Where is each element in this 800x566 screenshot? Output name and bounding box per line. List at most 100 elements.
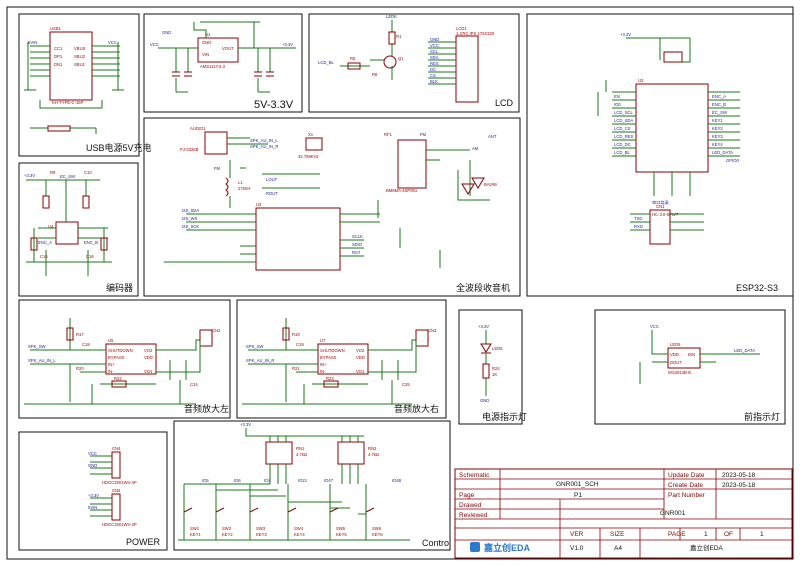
amp-left-cn: CN2 — [212, 328, 221, 333]
amp-left-panel: U5 SHUTDOWN BYPASS IN+ IN- VO2 VDD VO1 C… — [18, 299, 231, 419]
lcd-pin-res: RES — [430, 61, 439, 66]
regulator-part: AMS1117-3.3 — [200, 64, 226, 69]
front-led-ref: LED6 — [670, 342, 681, 347]
amp-right-net-sw: SPK_SW — [246, 344, 264, 349]
tb-company: 嘉立创EDA — [690, 543, 724, 552]
radio-diode — [461, 177, 485, 195]
esp-net-key4: KEY4 — [712, 142, 723, 147]
power-net-33: +3.3V — [88, 493, 99, 498]
control-panel-border — [173, 420, 451, 551]
power-led-title: 电源指示灯 — [482, 411, 527, 422]
esp-net-vcc: +3.3V — [620, 32, 631, 37]
tb-logo-text: 嘉立创EDA — [483, 542, 531, 553]
encoder-vcc: +3.3V — [24, 173, 35, 178]
power-led-panel: +3.3V LED5 R24 1K GND 电源指示灯 — [458, 309, 527, 425]
radio-l1-val: 270nH — [238, 186, 250, 191]
tb-reviewed-label: Reviewed — [459, 512, 488, 519]
amp-left-pin-vo1: VO1 — [144, 369, 153, 374]
power-cn5 — [111, 493, 121, 521]
regulator-gnd: GND — [162, 30, 171, 35]
radio-diode-label: BAV99 — [484, 182, 497, 187]
tb-schematic-value: GNR001_SCH — [556, 481, 599, 488]
esp-net-gpio0: GPIO0 — [726, 158, 739, 163]
lcd-wires — [340, 20, 456, 85]
amp-left-r17-label: R17 — [76, 332, 84, 337]
tb-create-label: Create Date — [668, 482, 703, 489]
amp-right-cn: CN3 — [428, 328, 437, 333]
lcd-pin-dc: DC — [430, 67, 436, 72]
tb-part-label: Part Number — [668, 492, 706, 499]
power-cn4 — [111, 451, 121, 479]
amp-left-speaker-connector — [199, 329, 213, 347]
tb-page-label: Page — [459, 492, 475, 499]
radio-rf-ref: RF1 — [384, 132, 393, 137]
front-led-chip — [667, 347, 701, 369]
power-led-r: R24 — [492, 366, 500, 371]
control-key2: KEY2 — [222, 532, 233, 537]
lcd-pin-blk: BLK — [430, 79, 438, 84]
amp-right-r21-label: R21 — [292, 366, 300, 371]
amp-right-pin-sd: SHUTDOWN — [320, 348, 345, 353]
lcd-ledk: LEDK — [386, 14, 397, 19]
esp-net-lcd-scl: LCD_SCL — [614, 110, 634, 115]
esp-net-key3: KEY3 — [712, 134, 723, 139]
lcd-q1 — [383, 55, 397, 69]
amp-right-speaker-connector — [415, 329, 429, 347]
title-block: Schematic GNR001_SCH Page P1 Drawed Revi… — [454, 468, 793, 559]
amp-left-c18-label: C18 — [82, 342, 90, 347]
power-cn5-ref: CN5 — [112, 488, 121, 493]
power-cn4-ref: CN4 — [112, 446, 121, 451]
control-io48: IO48 — [392, 478, 402, 483]
encoder-wires — [26, 179, 112, 276]
control-sw2: SW2 — [222, 526, 232, 531]
tb-page-value: P1 — [574, 492, 582, 499]
control-panel: RN1 4.7kΩ RN2 4.7kΩ +3.3V IO5 IO6 IO4 IO… — [173, 420, 451, 551]
control-io21: IO21 — [298, 478, 308, 483]
regulator-wires — [158, 21, 296, 93]
tb-update-value: 2023-05-18 — [722, 472, 756, 479]
encoder-encb: ENC_B — [84, 240, 98, 245]
lcd-pin-vcc: VCC — [430, 43, 439, 48]
amp-left-pin-sd: SHUTDOWN — [108, 348, 133, 353]
lcd-pin-gnd: GND — [430, 37, 439, 42]
amp-left-pin-bp: BYPASS — [108, 355, 125, 360]
esp-net-lcd-res: LCD_RES — [614, 134, 634, 139]
usb-net-b: VCC — [108, 40, 117, 45]
encoder-enca: ENC_A — [38, 240, 52, 245]
amp-right-panel: U7 SHUTDOWN BYPASS IN+ IN- VO2 VDD VO1 C… — [236, 299, 447, 419]
amp-left-pin-inn: IN- — [108, 369, 114, 374]
lcd-q1-label: Q1 — [398, 56, 404, 61]
control-rn2-label: RN2 — [368, 446, 377, 451]
usb-pin-sbu1: SBU1 — [74, 62, 86, 67]
lcd-r5-label: R5 — [350, 56, 356, 61]
esp-net-io0: IO0 — [614, 102, 621, 107]
power-led-gnd: GND — [480, 398, 489, 403]
amp-right-pin-vo2: VO2 — [356, 348, 365, 353]
tb-logo-mark — [470, 542, 480, 552]
tb-pagenum: 1 — [704, 531, 708, 538]
power-led-diode — [480, 343, 492, 354]
control-key5: KEY5 — [336, 532, 347, 537]
encoder-r10 — [82, 195, 90, 209]
tb-ver-label: VER — [570, 531, 584, 538]
radio-xtal — [305, 137, 323, 151]
radio-panel: U3 BM8MA-4SP001 AUDIO1 PJ-3326B X1 32.76… — [143, 117, 521, 297]
lcd-pin-scl: SCL — [430, 49, 439, 54]
control-sw3: SW3 — [256, 526, 266, 531]
tb-schematic-label: Schematic — [459, 472, 490, 479]
esp-uart-label: 串口烧录 — [652, 199, 669, 206]
power-panel-border — [18, 431, 168, 551]
radio-audio-jack — [204, 131, 228, 155]
tb-of-label: OF — [724, 531, 733, 538]
encoder-r9 — [42, 195, 50, 209]
amp-right-pin-vdd: VDD — [356, 355, 365, 360]
radio-net-rst: RST — [352, 250, 361, 255]
regulator-title: 5V-3.3V — [254, 99, 294, 111]
encoder-r9-label: R9 — [50, 170, 56, 175]
radio-title: 全波段收音机 — [456, 282, 510, 293]
control-io4: IO4 — [264, 478, 271, 483]
esp-module — [635, 83, 709, 173]
control-rn1-label: RN1 — [296, 446, 305, 451]
power-net-5vin: 5VIN — [88, 505, 97, 510]
radio-net-rout: ROUT — [266, 191, 278, 196]
